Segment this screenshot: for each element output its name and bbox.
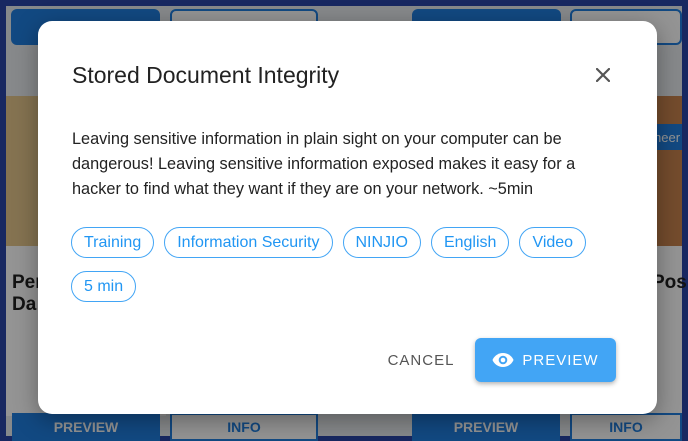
preview-button-label: PREVIEW [522, 351, 599, 369]
tag-ninjio[interactable]: NINJIO [342, 227, 421, 258]
tag-list: Training Information Security NINJIO Eng… [71, 227, 631, 302]
modal-description: Leaving sensitive information in plain s… [72, 130, 576, 198]
modal-title: Stored Document Integrity [72, 62, 340, 88]
preview-button[interactable]: PREVIEW [475, 338, 616, 382]
tag-information-security[interactable]: Information Security [164, 227, 333, 258]
cancel-button[interactable]: CANCEL [378, 338, 464, 382]
page: PREVIEW INFO PREVIEW INFO Per Da heer Po… [0, 0, 688, 441]
close-button[interactable] [590, 62, 616, 88]
tag-english[interactable]: English [430, 227, 510, 258]
modal-dialog: Stored Document Integrity Leaving sensit… [38, 21, 657, 414]
tag-training[interactable]: Training [71, 227, 155, 258]
tag-duration[interactable]: 5 min [71, 271, 137, 302]
close-icon [596, 68, 610, 82]
tag-video[interactable]: Video [519, 227, 587, 258]
eye-icon [492, 353, 514, 367]
